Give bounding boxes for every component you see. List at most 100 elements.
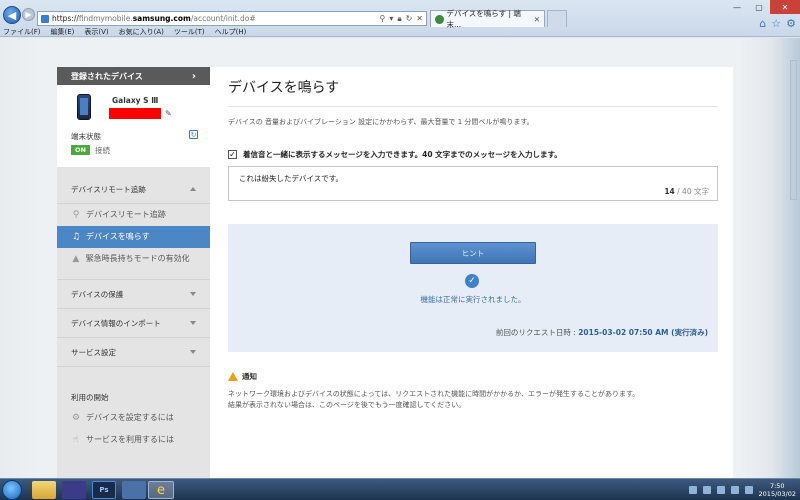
message-textarea[interactable]: これは紛失したデバイスです。 14 / 40 文字: [228, 166, 718, 201]
refresh-status-icon[interactable]: ↻: [189, 130, 198, 139]
lock-icon[interactable]: 🔒︎: [397, 14, 401, 24]
search-icon[interactable]: ⚲: [379, 14, 385, 24]
section-remote-tracking[interactable]: デバイスリモート追跡: [57, 175, 210, 204]
last-request: 前回のリクエスト日時 : 2015-03-02 07:50 AM (実行済み): [496, 327, 708, 338]
status-badge: ON: [71, 145, 90, 155]
main-content: デバイスを鳴らす デバイスの 音量およびバイブレーション 設定にかかわらず、最大…: [210, 67, 733, 478]
volume-icon[interactable]: [744, 486, 753, 494]
hint-button[interactable]: ヒント: [410, 242, 536, 264]
notice-body: ネットワーク環境およびデバイスの状態によっては、リクエストされた機能に時間がかか…: [228, 389, 639, 411]
refresh-icon[interactable]: ↻: [406, 14, 413, 24]
dropdown-icon[interactable]: ▾: [389, 14, 393, 24]
search-icon: ⚲: [72, 210, 80, 220]
favicon-icon: [435, 14, 444, 24]
address-bar[interactable]: https:// findmymobile. samsung.com /acco…: [37, 11, 427, 26]
clock-date: 2015/03/02: [758, 490, 796, 498]
back-button[interactable]: ◀: [3, 6, 21, 24]
clock[interactable]: 7:50 2015/03/02: [759, 482, 796, 498]
divider: [57, 270, 210, 280]
sidebar-item-label: デバイスを鳴らす: [86, 232, 150, 241]
media-player-icon[interactable]: [62, 481, 86, 499]
sidebar-header-label: 登録されたデバイス: [71, 71, 143, 81]
caret-down-icon: [190, 350, 196, 354]
section-label: デバイスの保護: [71, 289, 124, 299]
menu-edit[interactable]: 編集(E): [51, 27, 75, 38]
sidebar-item-setup[interactable]: ⚙ デバイスを設定するには: [57, 407, 210, 429]
maximize-button[interactable]: ▢: [748, 0, 770, 14]
sidebar-item-label: 緊急時長持ちモードの有効化: [85, 254, 190, 263]
caret-down-icon: [190, 292, 196, 296]
edit-pencil-icon[interactable]: ✎: [165, 109, 172, 118]
system-tray: 7:50 2015/03/02: [688, 480, 796, 500]
url-path: /account/init.do#: [190, 14, 256, 23]
section-service[interactable]: サービス設定: [57, 338, 210, 367]
start-button[interactable]: [2, 480, 22, 500]
address-tools: ⚲ ▾ 🔒︎ ↻ ✕: [379, 14, 423, 24]
registered-devices-header[interactable]: 登録されたデバイス ›: [57, 67, 210, 85]
minimize-button[interactable]: —: [726, 0, 748, 14]
document-icon[interactable]: [122, 481, 146, 499]
menu-tools[interactable]: ツール(T): [174, 27, 205, 38]
url-host-pre: findmymobile.: [78, 14, 133, 23]
sidebar-item-ring[interactable]: ♫ デバイスを鳴らす: [57, 226, 210, 248]
section-label: デバイス情報のインポート: [71, 318, 161, 328]
sidebar-item-label: サービスを利用するには: [86, 435, 174, 444]
music-note-icon: ♫: [71, 232, 81, 242]
last-request-value: 2015-03-02 07:50 AM (実行済み): [578, 328, 708, 337]
chevron-right-icon: ›: [191, 70, 196, 82]
device-name: Galaxy S Ⅲ: [112, 96, 159, 105]
message-option-row: ✓ 着信音と一緒に表示するメッセージを入力できます。40 文字までのメッセージを…: [228, 149, 562, 160]
url-host-main: samsung.com: [132, 14, 191, 23]
redacted-block: [109, 108, 161, 119]
tray-icon[interactable]: [688, 486, 697, 494]
tray-icon[interactable]: [702, 486, 711, 494]
close-icon[interactable]: ✕: [416, 14, 423, 24]
section-protect[interactable]: デバイスの保護: [57, 280, 210, 309]
tray-icon[interactable]: [716, 486, 725, 494]
browser-chrome: ◀ ▶ https:// findmymobile. samsung.com /…: [0, 0, 800, 37]
section-import[interactable]: デバイス情報のインポート: [57, 309, 210, 338]
lock-icon: ▲: [72, 254, 80, 264]
internet-explorer-icon[interactable]: e: [148, 481, 174, 499]
menu-file[interactable]: ファイル(F): [3, 27, 41, 38]
connection-status: 接続: [95, 146, 110, 155]
folder-icon[interactable]: [32, 481, 56, 499]
menu-favorites[interactable]: お気に入り(A): [119, 27, 164, 38]
photoshop-icon[interactable]: Ps: [92, 481, 116, 499]
window-controls: — ▢ ✕: [726, 0, 800, 14]
message-text: これは紛失したデバイスです。: [239, 174, 344, 183]
network-icon[interactable]: [730, 486, 739, 494]
sidebar-item-track[interactable]: ⚲ デバイスリモート追跡: [57, 204, 210, 226]
tab-close-icon[interactable]: ✕: [534, 15, 540, 24]
clock-time: 7:50: [769, 482, 785, 490]
success-message: 機能は正常に実行されました。: [420, 295, 526, 304]
site-icon: [41, 14, 49, 23]
warning-icon: [228, 372, 238, 381]
sidebar-item-emergency[interactable]: ▲ 緊急時長持ちモードの有効化: [57, 248, 210, 270]
menu-help[interactable]: ヘルプ(H): [215, 27, 247, 38]
tab-active[interactable]: デバイスを鳴らす | 端末... ✕: [430, 9, 545, 29]
new-tab-button[interactable]: [547, 10, 567, 27]
close-window-button[interactable]: ✕: [770, 0, 800, 14]
device-card: Galaxy S Ⅲ ✎ 端末状態 ↻ ON 接続: [57, 85, 210, 167]
caret-up-icon: [190, 187, 196, 191]
title-divider: [228, 106, 718, 107]
forward-button[interactable]: ▶: [22, 8, 35, 21]
char-counter: 14 / 40 文字: [664, 186, 709, 197]
page-title: デバイスを鳴らす: [228, 80, 340, 96]
url-prefix: https://: [52, 14, 79, 23]
scrollbar[interactable]: [790, 60, 797, 200]
sidebar-item-use[interactable]: ☝ サービスを利用するには: [57, 429, 210, 451]
menu-bar: ファイル(F) 編集(E) 表示(V) お気に入り(A) ツール(T) ヘルプ(…: [0, 27, 800, 38]
notice-heading: 通知: [228, 371, 257, 382]
notice-line: 結果が表示されない場合は、このページを後でもう一度確認してください。: [228, 401, 466, 409]
char-max: / 40 文字: [674, 187, 709, 196]
last-request-label: 前回のリクエスト日時 :: [495, 328, 579, 337]
phone-icon: [77, 94, 91, 120]
menu-view[interactable]: 表示(V): [84, 27, 108, 38]
usage-section-title: 利用の開始: [71, 392, 109, 402]
message-checkbox[interactable]: ✓: [228, 150, 237, 159]
notice-line: ネットワーク環境およびデバイスの状態によっては、リクエストされた機能に時間がかか…: [228, 390, 640, 398]
sidebar-item-label: デバイスリモート追跡: [86, 210, 166, 219]
